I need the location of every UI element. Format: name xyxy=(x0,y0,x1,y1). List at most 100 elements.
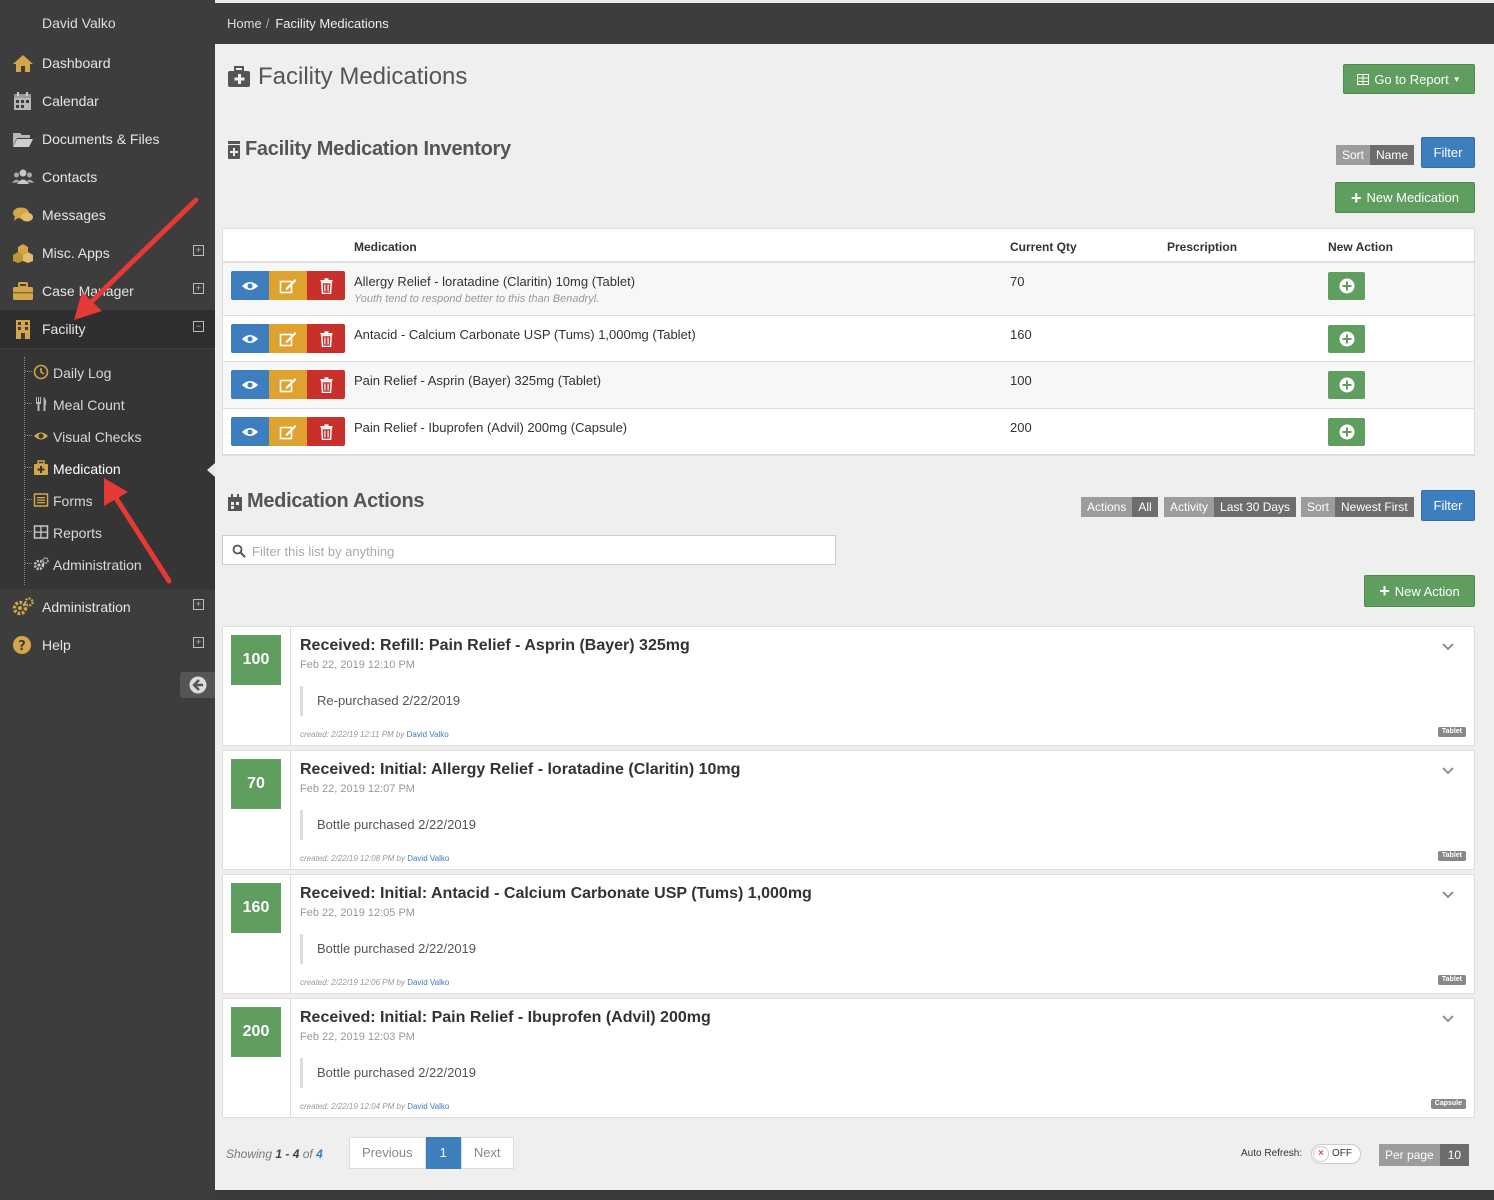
collapse-icon[interactable]: − xyxy=(193,321,204,332)
caret-down-icon: ▼ xyxy=(1452,74,1461,84)
subnav-item-visual-checks[interactable]: Visual Checks xyxy=(0,421,215,451)
main-content: Facility Medications Go to Report ▼ Faci… xyxy=(215,44,1494,1190)
actions-title-text: Medication Actions xyxy=(247,490,425,512)
action-title: Received: Refill: Pain Relief - Asprin (… xyxy=(300,637,690,654)
next-page-button[interactable]: Next xyxy=(460,1137,514,1169)
new-action-button[interactable] xyxy=(1328,418,1365,446)
inventory-sort-pill[interactable]: Sort Name xyxy=(1336,145,1415,165)
tree-tick xyxy=(25,499,32,500)
inventory-filter-button[interactable]: Filter xyxy=(1421,137,1475,168)
breadcrumb-home[interactable]: Home xyxy=(227,16,262,31)
view-button[interactable] xyxy=(231,417,269,446)
pill-key: Actions xyxy=(1081,497,1133,517)
sidebar-item-contacts[interactable]: Contacts xyxy=(0,158,215,196)
chevron-down-icon[interactable] xyxy=(1441,889,1455,901)
action-title: Received: Initial: Pain Relief - Ibuprof… xyxy=(300,1009,711,1026)
edit-button[interactable] xyxy=(269,271,307,300)
actions-filter-button[interactable]: Filter xyxy=(1421,490,1475,521)
sidebar-item-label: Documents & Files xyxy=(42,131,160,147)
subnav-item-reports[interactable]: Reports xyxy=(0,517,215,547)
new-action-button[interactable] xyxy=(1328,371,1365,399)
showing-range: 1 - 4 xyxy=(275,1147,300,1161)
new-action-button[interactable] xyxy=(1328,325,1365,353)
sidebar-item-dashboard[interactable]: Dashboard xyxy=(0,44,215,82)
action-qty-badge: 160 xyxy=(231,883,281,933)
tree-tick xyxy=(25,435,32,436)
previous-page-button[interactable]: Previous xyxy=(349,1137,426,1169)
action-card: 160 Received: Initial: Antacid - Calcium … xyxy=(222,874,1475,994)
subnav-item-daily-log[interactable]: Daily Log xyxy=(0,357,215,387)
search-input[interactable] xyxy=(252,541,827,561)
auto-refresh-toggle[interactable]: × OFF xyxy=(1311,1144,1361,1164)
action-note: Bottle purchased 2/22/2019 xyxy=(300,1058,476,1088)
created-timestamp: 2/22/19 12:08 PM by xyxy=(331,854,405,863)
column-header-medication[interactable]: Medication xyxy=(354,240,417,254)
sidebar-item-case-manager[interactable]: Case Manager + xyxy=(0,272,215,310)
subnav-item-label: Meal Count xyxy=(53,397,125,413)
action-created: created: 2/22/19 12:11 PM by David Valko xyxy=(300,730,449,739)
page-1-button[interactable]: 1 xyxy=(425,1137,461,1169)
view-button[interactable] xyxy=(231,370,269,399)
sidebar-item-administration[interactable]: Administration + xyxy=(0,588,215,626)
edit-button[interactable] xyxy=(269,417,307,446)
activity-filter-pill[interactable]: Activity Last 30 Days xyxy=(1164,497,1297,517)
author-link[interactable]: David Valko xyxy=(407,730,449,739)
row-actions xyxy=(231,271,345,300)
author-link[interactable]: David Valko xyxy=(407,854,449,863)
per-page-select[interactable]: Per page 10 xyxy=(1379,1144,1470,1166)
column-header-prescription[interactable]: Prescription xyxy=(1167,240,1237,254)
user-name[interactable]: David Valko xyxy=(42,15,116,31)
subnav-item-forms[interactable]: Forms xyxy=(0,485,215,515)
view-button[interactable] xyxy=(231,324,269,353)
sidebar-item-documents[interactable]: Documents & Files xyxy=(0,120,215,158)
question-circle-icon: ? xyxy=(13,636,31,654)
expand-icon[interactable]: + xyxy=(193,245,204,256)
new-action-button[interactable] xyxy=(1328,272,1365,300)
sidebar-item-messages[interactable]: Messages xyxy=(0,196,215,234)
collapse-sidebar-button[interactable] xyxy=(180,672,215,698)
delete-button[interactable] xyxy=(307,370,345,399)
edit-button[interactable] xyxy=(269,370,307,399)
active-caret-icon xyxy=(207,463,215,477)
chevron-down-icon[interactable] xyxy=(1441,765,1455,777)
actions-filter-pill[interactable]: Actions All xyxy=(1081,497,1158,517)
column-header-new-action[interactable]: New Action xyxy=(1328,240,1393,254)
home-icon xyxy=(13,55,33,72)
plus-circle-icon xyxy=(1339,331,1354,347)
delete-button[interactable] xyxy=(307,417,345,446)
subnav-item-administration[interactable]: Administration xyxy=(0,549,215,579)
expand-icon[interactable]: + xyxy=(193,283,204,294)
subnav-item-meal-count[interactable]: Meal Count xyxy=(0,389,215,419)
delete-button[interactable] xyxy=(307,324,345,353)
tree-tick xyxy=(25,467,32,468)
sidebar-item-label: Dashboard xyxy=(42,55,111,71)
new-action-label: New Action xyxy=(1394,583,1460,599)
sidebar-item-misc-apps[interactable]: Misc. Apps + xyxy=(0,234,215,272)
sidebar-item-facility[interactable]: Facility − xyxy=(0,310,215,348)
column-header-qty[interactable]: Current Qty xyxy=(1010,240,1077,254)
author-link[interactable]: David Valko xyxy=(407,978,449,987)
sidebar-item-help[interactable]: ? Help + xyxy=(0,626,215,664)
sidebar-item-calendar[interactable]: Calendar xyxy=(0,82,215,120)
new-medication-button[interactable]: + New Medication xyxy=(1335,182,1475,213)
page-title: Facility Medications xyxy=(227,63,467,91)
created-label: created: xyxy=(300,854,329,863)
table-row: Allergy Relief - loratadine (Claritin) 1… xyxy=(223,263,1474,316)
subnav-item-medication[interactable]: Medication xyxy=(0,453,215,483)
view-button[interactable] xyxy=(231,271,269,300)
chevron-down-icon[interactable] xyxy=(1441,1013,1455,1025)
facility-subnav: Daily Log Meal Count Visual Checks Medic… xyxy=(0,349,215,589)
expand-icon[interactable]: + xyxy=(193,637,204,648)
delete-button[interactable] xyxy=(307,271,345,300)
sort-filter-pill[interactable]: Sort Newest First xyxy=(1301,497,1414,517)
tree-tick xyxy=(25,403,32,404)
medication-qty: 160 xyxy=(1010,327,1032,342)
author-link[interactable]: David Valko xyxy=(407,1102,449,1111)
go-to-report-button[interactable]: Go to Report ▼ xyxy=(1343,64,1475,94)
expand-icon[interactable]: + xyxy=(193,599,204,610)
edit-button[interactable] xyxy=(269,324,307,353)
action-date: Feb 22, 2019 12:10 PM xyxy=(300,659,415,671)
topbar: Home / Facility Medications xyxy=(215,3,1494,44)
chevron-down-icon[interactable] xyxy=(1441,641,1455,653)
new-action-button[interactable]: + New Action xyxy=(1364,575,1475,607)
